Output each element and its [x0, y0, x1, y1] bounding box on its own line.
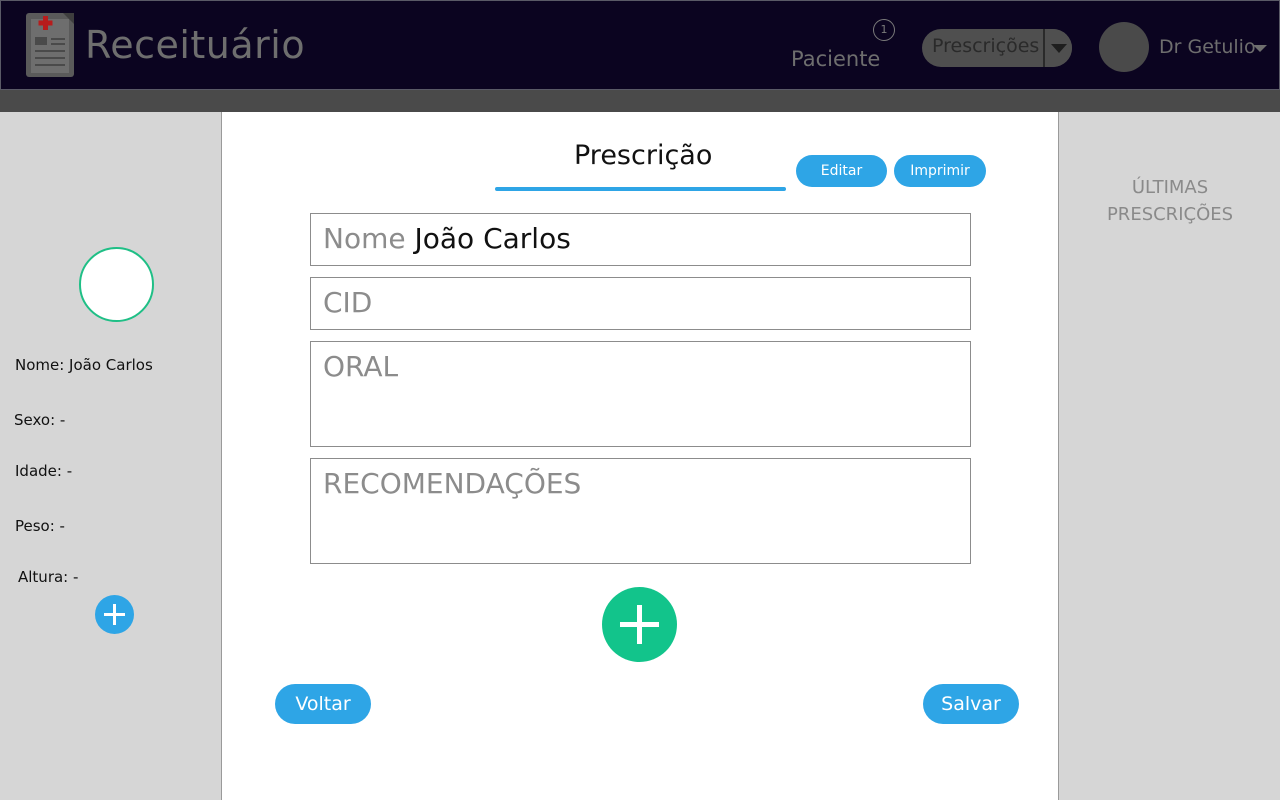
clipboard-medical-icon — [26, 13, 74, 77]
print-button[interactable]: Imprimir — [894, 155, 986, 187]
name-field-value: João Carlos — [414, 222, 571, 255]
sub-header-bar — [0, 90, 1280, 112]
name-field[interactable]: Nome João Carlos — [310, 213, 971, 266]
patient-avatar — [79, 247, 154, 322]
patient-name: Nome: João Carlos — [15, 356, 153, 374]
plus-icon — [104, 604, 125, 625]
recent-prescriptions-title-line1: ÚLTIMAS — [1131, 177, 1209, 198]
oral-field-placeholder: ORAL — [323, 350, 399, 383]
add-patient-info-button[interactable] — [95, 595, 134, 634]
user-menu[interactable]: Dr Getulio — [1159, 36, 1256, 58]
recent-prescriptions-panel: ÚLTIMAS PRESCRIÇÕES — [1058, 112, 1280, 800]
back-button[interactable]: Voltar — [275, 684, 371, 724]
prescriptions-dropdown-label: Prescrições — [932, 35, 1040, 57]
prescriptions-dropdown-toggle[interactable] — [1043, 29, 1072, 67]
plus-icon — [620, 605, 659, 644]
user-avatar[interactable] — [1099, 22, 1149, 72]
patient-notification-badge: 1 — [873, 19, 895, 41]
patient-age: Idade: - — [15, 462, 73, 480]
recent-prescriptions-title-line2: PRESCRIÇÕES — [1106, 204, 1234, 225]
patient-height: Altura: - — [18, 568, 79, 586]
recommendations-field-placeholder: RECOMENDAÇÕES — [323, 467, 582, 500]
oral-field[interactable]: ORAL — [310, 341, 971, 447]
patient-info-panel: Nome: João Carlos Sexo: - Idade: - Peso:… — [0, 112, 222, 800]
caret-down-icon[interactable] — [1253, 45, 1267, 52]
nav-patient-link[interactable]: Paciente — [791, 47, 880, 71]
patient-weight: Peso: - — [15, 517, 65, 535]
app-title: Receituário — [85, 23, 306, 67]
prescription-form: Prescrição Editar Imprimir Nome João Car… — [222, 112, 1058, 800]
add-medication-button[interactable] — [602, 587, 677, 662]
recent-prescriptions-title: ÚLTIMAS PRESCRIÇÕES — [1059, 174, 1280, 228]
cid-field-placeholder: CID — [323, 286, 373, 319]
patient-sex: Sexo: - — [14, 411, 66, 429]
recommendations-field[interactable]: RECOMENDAÇÕES — [310, 458, 971, 564]
tab-prescription[interactable]: Prescrição — [574, 140, 712, 171]
name-field-label: Nome — [323, 222, 406, 255]
save-button[interactable]: Salvar — [923, 684, 1019, 724]
top-bar: Receituário Paciente 1 Prescrições Dr Ge… — [0, 0, 1280, 90]
chevron-down-icon — [1051, 44, 1067, 53]
tab-active-indicator — [495, 187, 786, 191]
edit-button[interactable]: Editar — [796, 155, 887, 187]
cid-field[interactable]: CID — [310, 277, 971, 330]
